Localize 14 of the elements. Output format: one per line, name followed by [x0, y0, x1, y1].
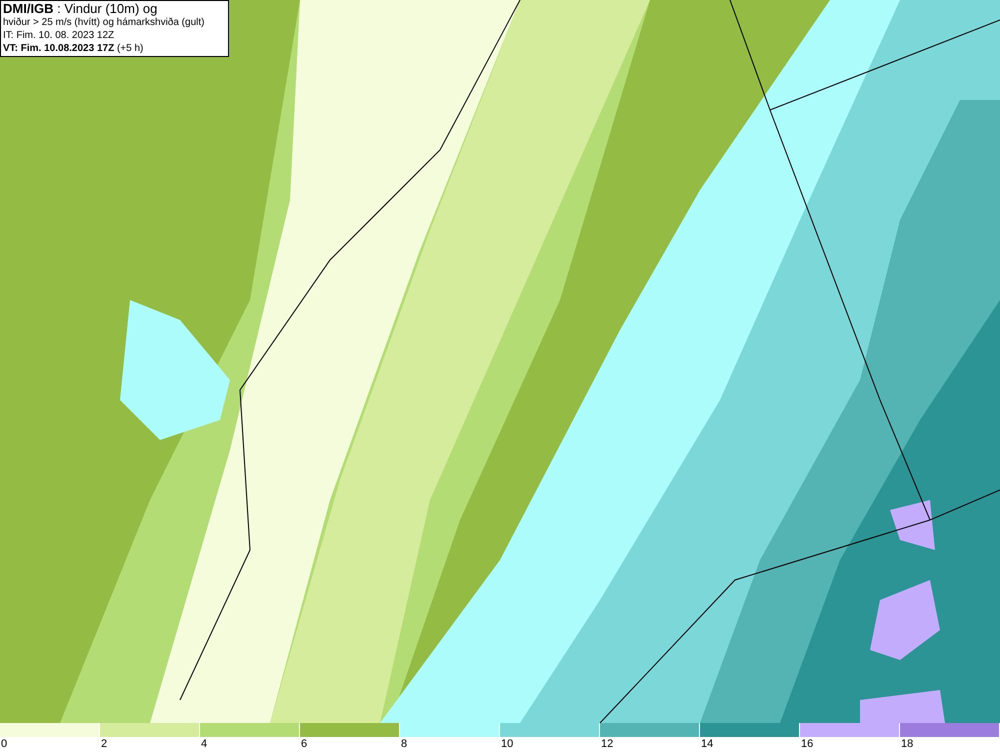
legend-label: 10 [500, 737, 514, 751]
title-text: hviður > 25 m/s (hvítt) og hámarkshviða (gult) [3, 16, 206, 29]
legend-label: 6 [300, 737, 308, 751]
legend-label: 0 [0, 737, 8, 751]
title-text: IT: Fim. 10. 08. 2023 12Z [3, 29, 116, 42]
title-text: VT: Fim. 10.08.2023 17Z (+5 h) [3, 42, 144, 55]
legend-label: 4 [200, 737, 208, 751]
legend-label: 18 [900, 737, 914, 751]
legend-label: 14 [700, 737, 714, 751]
legend-label: 8 [400, 737, 408, 751]
title-text: DMI/IGB : Vindur (10m) og [3, 2, 158, 16]
legend-label: 16 [800, 737, 814, 751]
legend-label: 2 [100, 737, 108, 751]
legend-label: 12 [600, 737, 614, 751]
